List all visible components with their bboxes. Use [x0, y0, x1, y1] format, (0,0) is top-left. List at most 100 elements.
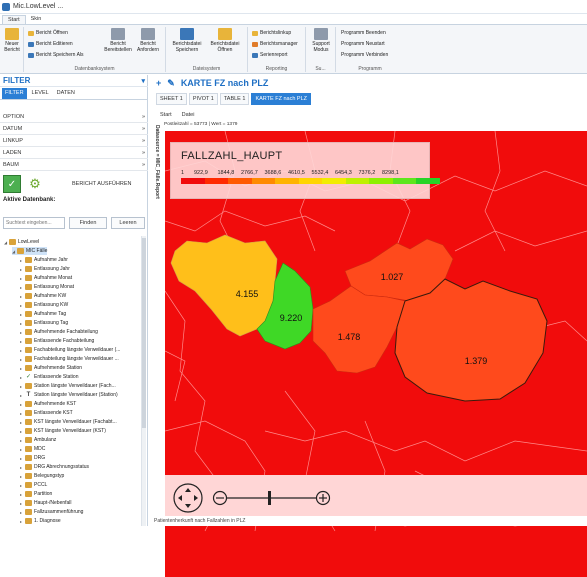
tab-pivot1[interactable]: PIVOT 1: [188, 93, 218, 105]
save-report-as-button[interactable]: Bericht Speichern Als: [28, 52, 84, 58]
manager-icon: [252, 41, 258, 47]
legend-tick-label: 6454,3: [335, 170, 352, 176]
tab-table1[interactable]: TABLE 1: [219, 93, 250, 105]
tree-node[interactable]: ▸ Aufnahme Monat: [20, 274, 72, 282]
tree-node[interactable]: ▸ Station längste Verweildauer (Fach...: [20, 382, 116, 390]
tree-node[interactable]: ▸ Entlassende KST: [20, 409, 73, 417]
active-db-header: Aktive Datenbank:: [3, 197, 56, 203]
report-linkup-button[interactable]: Berichtslinkup: [252, 30, 291, 36]
tree-node[interactable]: ▸ Aufnehmende Station: [20, 364, 82, 372]
tab-karte[interactable]: KARTE FZ nach PLZ: [251, 93, 311, 105]
run-report-button[interactable]: BERICHT AUSFÜHREN: [72, 181, 132, 187]
tab-sheet1[interactable]: SHEET 1: [156, 93, 187, 105]
window-title: Mic.LowLevel ...: [13, 3, 64, 10]
tree-node[interactable]: ▸ Entlassung Jahr: [20, 265, 70, 273]
section-baum[interactable]: BAUM»: [0, 159, 148, 171]
pin-icon[interactable]: ▾: [141, 77, 145, 85]
region-4155[interactable]: [170, 234, 278, 337]
tree-node[interactable]: ▸ DRG: [20, 454, 45, 462]
tree-node[interactable]: ▸ Belegungstyp: [20, 472, 64, 480]
exit-program-button[interactable]: Programm Beenden: [341, 30, 386, 36]
main-area: + ✎ KARTE FZ nach PLZ SHEET 1 PIVOT 1 TA…: [150, 75, 587, 577]
tree-node[interactable]: ▸ Fachabteilung längste Verweildauer ...: [20, 355, 119, 363]
tree-node[interactable]: ▸ Haupt-/Nebenfall: [20, 499, 72, 507]
ribbon-tab-skin[interactable]: Skin: [26, 15, 47, 24]
tree-node[interactable]: ▸ Aufnehmende KST: [20, 400, 76, 408]
zoom-slider-handle[interactable]: [268, 491, 271, 505]
tree-node[interactable]: ▸ KST längste Verweildauer (Fachabt...: [20, 418, 117, 426]
tree-node[interactable]: ▸ DRG Abrechnungsstatus: [20, 463, 89, 471]
edit-icon[interactable]: ✎: [167, 78, 175, 89]
tab-daten[interactable]: DATEN: [54, 88, 78, 99]
legend-swatch: [181, 178, 205, 184]
tree-node[interactable]: ▸ MDC: [20, 445, 45, 453]
legend-tick-label: 8298,1: [382, 170, 399, 176]
tree-node[interactable]: ▸ Entlassung Tag: [20, 319, 68, 327]
apply-check-button[interactable]: ✓: [3, 175, 21, 193]
search-input[interactable]: [3, 217, 65, 229]
tree-node-label: Ambulanz: [34, 437, 57, 443]
clear-button[interactable]: Leeren: [111, 217, 145, 229]
connect-program-button[interactable]: Programm Verbinden: [341, 52, 388, 58]
tree-node[interactable]: ◢ MIC Fälle: [12, 247, 48, 255]
open-report-button[interactable]: Bericht Öffnen: [28, 30, 68, 36]
page-title: KARTE FZ nach PLZ: [180, 78, 269, 88]
pan-control-icon[interactable]: [173, 483, 203, 513]
deploy-report-button[interactable]: Bericht Bereitstellen: [104, 28, 132, 53]
section-option[interactable]: OPTION»: [0, 111, 148, 123]
tree-node[interactable]: ▸ PCCL: [20, 481, 47, 489]
chevron-down-icon: »: [141, 113, 145, 120]
tree-scrollbar[interactable]: [141, 236, 146, 526]
tree-node[interactable]: ▸ Partition: [20, 490, 52, 498]
support-mode-button[interactable]: Support Modus: [309, 28, 333, 53]
tab-filter[interactable]: FILTER: [2, 88, 27, 99]
serial-report-button[interactable]: Serienreport: [252, 52, 288, 58]
tree-node[interactable]: ▸ Entlassung Monat: [20, 283, 74, 291]
find-button[interactable]: Finden: [69, 217, 107, 229]
title-bar: Mic.LowLevel ...: [0, 0, 587, 14]
ribbon: Neuer Bericht Bericht Öffnen Bericht Edi…: [0, 24, 587, 74]
tree-node[interactable]: ▸ 1. Diagnose: [20, 517, 61, 525]
tree-node[interactable]: ▸ Aufnahme KW: [20, 292, 66, 300]
request-report-button[interactable]: Bericht Anfordern: [134, 28, 162, 53]
menu-start[interactable]: Start: [160, 112, 172, 118]
database-icon: [9, 239, 16, 245]
legend-swatch: [416, 178, 440, 184]
open-file-button[interactable]: Berichtsdatei Öffnen: [208, 28, 242, 53]
tree-node[interactable]: ◢ LowLevel: [4, 238, 39, 246]
tree-node[interactable]: ▸ KST längste Verweildauer (KST): [20, 427, 106, 435]
tree-node[interactable]: ▸ T Station längste Verweildauer (Station): [20, 391, 118, 399]
tree-node-label: 1. Diagnose: [34, 518, 61, 524]
tree-node[interactable]: ▸ Fallzusammenführung: [20, 508, 83, 516]
zoom-in-icon[interactable]: [315, 490, 331, 506]
section-laden[interactable]: LADEN»: [0, 147, 148, 159]
add-icon[interactable]: +: [156, 78, 161, 88]
tree-node-label: KST längste Verweildauer (KST): [34, 428, 106, 434]
gear-icon: ⚙: [29, 176, 41, 191]
edit-report-button[interactable]: Bericht Editieren: [28, 41, 73, 47]
tree-node[interactable]: ▸ Aufnahme Jahr: [20, 256, 68, 264]
zoom-out-icon[interactable]: [212, 490, 228, 506]
restart-program-button[interactable]: Programm Neustart: [341, 41, 385, 47]
tab-level[interactable]: LEVEL: [29, 88, 52, 99]
report-manager-button[interactable]: Berichtsmanager: [252, 41, 298, 47]
save-file-button[interactable]: Berichtsdatei Speichern: [170, 28, 204, 53]
ribbon-tab-start[interactable]: Start: [2, 15, 26, 24]
new-report-button[interactable]: Neuer Bericht: [3, 28, 21, 53]
scrollbar-thumb[interactable]: [142, 238, 146, 428]
tree-node[interactable]: ▸ Entlassende Fachabteilung: [20, 337, 94, 345]
tree-node[interactable]: ▸ Ambulanz: [20, 436, 56, 444]
region-label-1027: 1.027: [381, 272, 404, 282]
settings-gear-button[interactable]: ⚙: [26, 175, 44, 193]
filter-title: FILTER: [3, 76, 31, 85]
region-1478[interactable]: [312, 285, 406, 374]
tree-node[interactable]: ▸ Aufnahme Tag: [20, 310, 66, 318]
section-datum[interactable]: DATUM»: [0, 123, 148, 135]
tree-node[interactable]: ▸ Aufnehmende Fachabteilung: [20, 328, 98, 336]
menu-datei[interactable]: Datei: [182, 112, 195, 118]
tree-node[interactable]: ▸ Entlassung KW: [20, 301, 68, 309]
tree-node[interactable]: ▸ Fachabteilung längste Verweildauer (...: [20, 346, 120, 354]
section-linkup[interactable]: LINKUP»: [0, 135, 148, 147]
tree-node[interactable]: ▸ ✓ Entlassende Station: [20, 373, 78, 381]
region-1379[interactable]: [394, 278, 548, 402]
